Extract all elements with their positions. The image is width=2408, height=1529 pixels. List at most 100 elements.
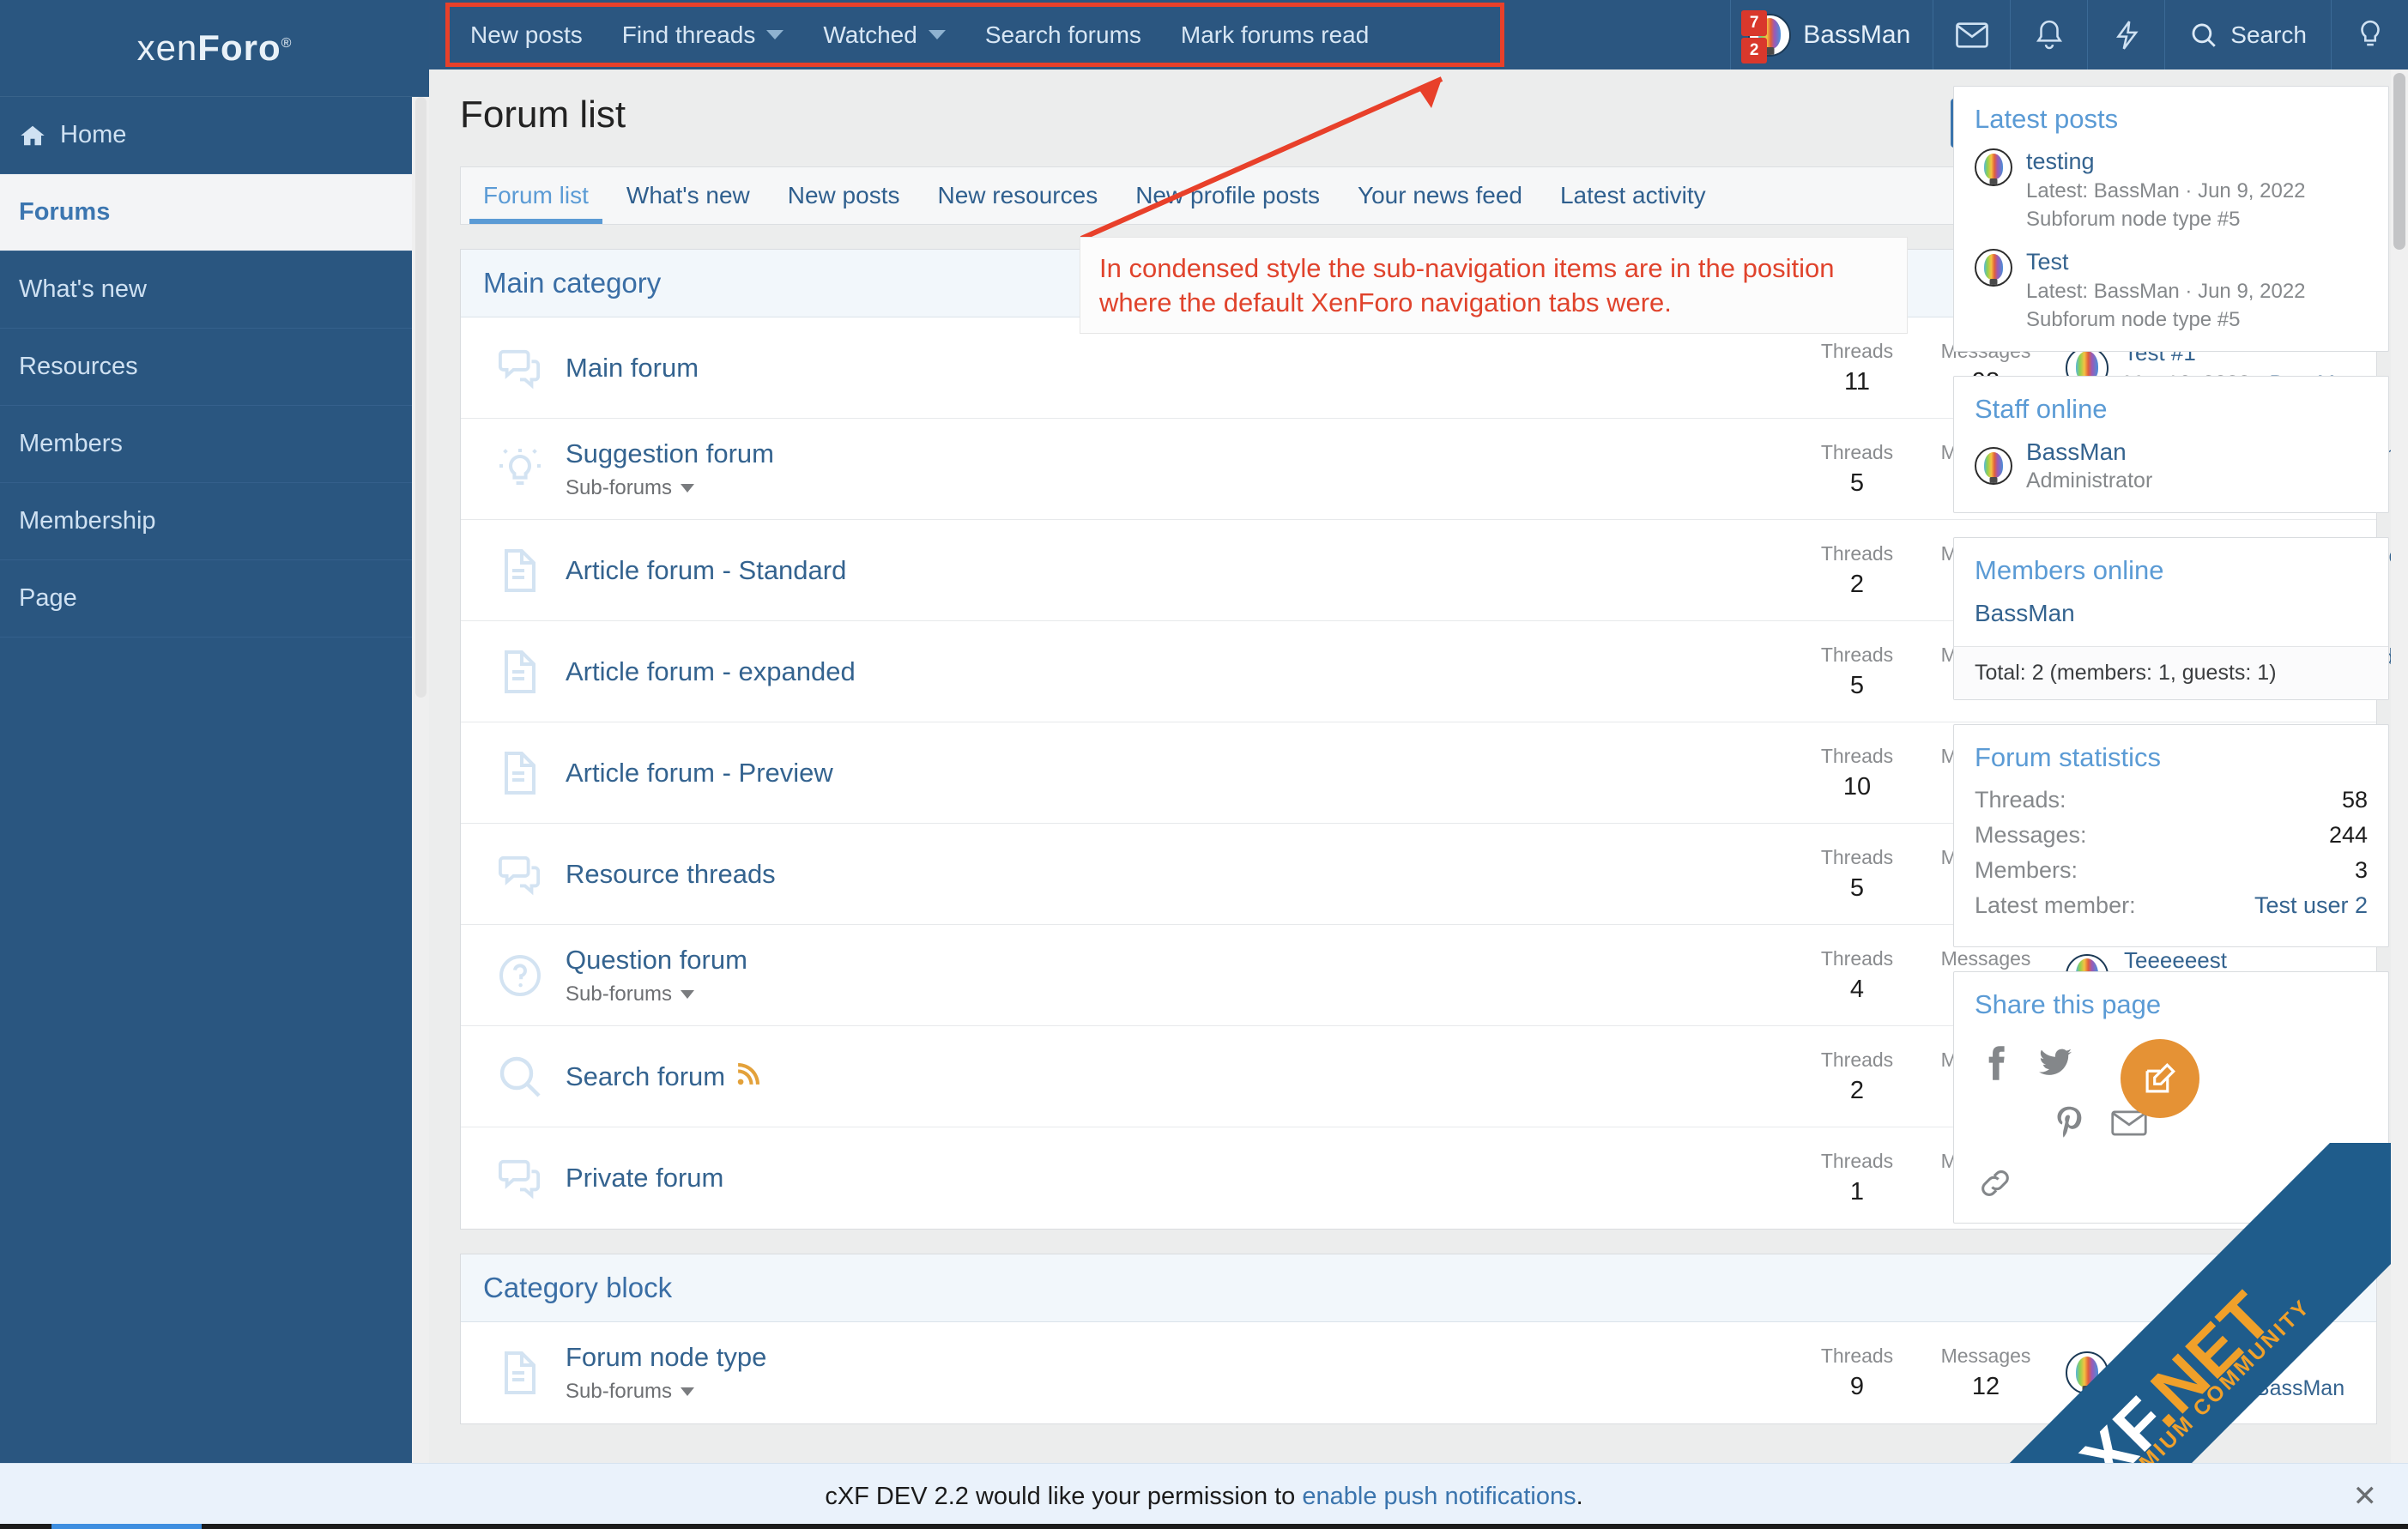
forum-name[interactable]: Article forum - Preview: [566, 758, 1793, 789]
latest-post-meta: Latest: BassMan · Jun 9, 2022: [2026, 280, 2306, 303]
stat-row-threads: Threads: 58: [1975, 787, 2368, 813]
threads-label: Threads: [1820, 440, 1894, 463]
sidebar-item-label-forums: Forums: [19, 198, 111, 226]
member-name[interactable]: BassMan: [1975, 600, 2368, 627]
twitter-icon[interactable]: [2035, 1042, 2076, 1084]
nav-watched[interactable]: Watched: [803, 0, 965, 70]
threads-stat: Threads 5: [1793, 644, 1921, 700]
sidebar-item-members[interactable]: Members: [0, 406, 429, 483]
article-icon: [483, 547, 557, 594]
last-post-author[interactable]: BassMan: [2255, 1376, 2344, 1400]
threads-label: Threads: [1820, 1345, 1894, 1367]
username-label: BassMan: [1803, 20, 1911, 49]
tab-new-posts[interactable]: New posts: [769, 167, 919, 224]
site-logo[interactable]: xenForo®: [0, 0, 429, 97]
sidebar-item-label-whats-new: What's new: [19, 275, 147, 303]
stat-key: Latest member:: [1975, 892, 2136, 918]
sidebar-scrollbar-thumb[interactable]: [415, 97, 427, 698]
threads-value: 5: [1849, 873, 1865, 902]
content-scrollbar-thumb[interactable]: [2393, 73, 2405, 250]
threads-label: Threads: [1820, 946, 1894, 970]
forum-node-row[interactable]: Forum node type Sub-forums Threads 9 Message…: [461, 1322, 2376, 1423]
sidebar-item-whats-new[interactable]: What's new: [0, 251, 429, 329]
stat-value-link[interactable]: Test user 2: [2254, 892, 2368, 919]
sidebar-item-membership[interactable]: Membership: [0, 483, 429, 560]
last-post-title[interactable]: testing: [2124, 1345, 2344, 1371]
sidebar-item-forums[interactable]: Forums: [0, 174, 429, 251]
nav-new-posts[interactable]: New posts: [451, 0, 602, 70]
tab-forum-list[interactable]: Forum list: [464, 167, 608, 224]
search-button[interactable]: Search: [2164, 0, 2331, 70]
forum-name[interactable]: Resource threads: [566, 859, 1793, 890]
forum-name[interactable]: Forum node type: [566, 1342, 1793, 1373]
stat-value: 3: [2354, 857, 2368, 883]
annotation-callout: In condensed style the sub-navigation it…: [1080, 237, 1908, 335]
avatar: [1975, 249, 2012, 287]
latest-post-node: Subforum node type #5: [2026, 308, 2241, 331]
link-icon[interactable]: [1975, 1163, 2016, 1204]
forum-name[interactable]: Search forum: [566, 1061, 1793, 1092]
comments-icon: [483, 853, 557, 896]
sub-forums-toggle[interactable]: Sub-forums: [566, 1380, 1793, 1404]
forum-name[interactable]: Main forum: [566, 353, 1793, 384]
sidebar-item-label-home: Home: [60, 121, 127, 148]
compose-icon[interactable]: [2121, 1039, 2199, 1118]
facebook-icon[interactable]: [1975, 1042, 2016, 1084]
forum-name[interactable]: Question forum: [566, 945, 1793, 976]
threads-stat: Threads 4: [1793, 947, 1921, 1004]
latest-post-title[interactable]: testing: [2026, 148, 2306, 175]
tab-your-news-feed[interactable]: Your news feed: [1339, 167, 1541, 224]
rss-icon[interactable]: [737, 1061, 760, 1092]
content-scrollbar[interactable]: [2391, 70, 2408, 1463]
alert-badge-conversations: 7: [1741, 10, 1768, 36]
comments-icon: [483, 1157, 557, 1200]
category-title: Category block: [461, 1254, 2376, 1322]
latest-post-title[interactable]: Test: [2026, 249, 2306, 275]
forum-name[interactable]: Article forum - expanded: [566, 656, 1793, 687]
nav-find-threads[interactable]: Find threads: [602, 0, 804, 70]
stat-row-messages: Messages: 244: [1975, 822, 2368, 849]
search-icon: [2192, 23, 2217, 47]
envelope-icon[interactable]: [1933, 0, 2010, 70]
list-item[interactable]: BassMan Administrator: [1975, 438, 2368, 493]
forum-name[interactable]: Suggestion forum: [566, 438, 1793, 469]
sub-forums-toggle[interactable]: Sub-forums: [566, 982, 1793, 1006]
push-notification-suffix: .: [1576, 1482, 1583, 1510]
user-menu[interactable]: 7 2 BassMan: [1730, 0, 1933, 70]
enable-push-notifications-link[interactable]: enable push notifications: [1302, 1483, 1576, 1510]
nav-mark-forums-read[interactable]: Mark forums read: [1161, 0, 1389, 70]
pinterest-icon[interactable]: [2048, 1103, 2090, 1144]
bolt-icon[interactable]: [2087, 0, 2164, 70]
forum-name[interactable]: Private forum: [566, 1163, 1793, 1194]
sub-forums-toggle[interactable]: Sub-forums: [566, 476, 1793, 500]
tab-whats-new[interactable]: What's new: [608, 167, 769, 224]
push-notification-prefix: cXF DEV 2.2 would like your permission t…: [825, 1482, 1303, 1510]
sidebar-item-resources[interactable]: Resources: [0, 329, 429, 406]
sidebar-item-page[interactable]: Page: [0, 560, 429, 638]
lightbulb-icon[interactable]: [2331, 0, 2408, 70]
stat-value: 58: [2341, 787, 2368, 813]
left-sidebar: xenForo® Home Forums What's new Resource…: [0, 0, 429, 1463]
list-item[interactable]: Test Latest: BassMan · Jun 9, 2022 Subfo…: [1975, 249, 2368, 332]
sidebar-item-label-membership: Membership: [19, 507, 156, 535]
sidebar-item-home[interactable]: Home: [0, 97, 429, 174]
members-online-title: Members online: [1975, 555, 2164, 585]
article-icon: [483, 1350, 557, 1396]
sidebar-scrollbar[interactable]: [412, 97, 429, 1463]
forum-name[interactable]: Article forum - Standard: [566, 555, 1793, 586]
threads-value: 11: [1843, 367, 1871, 396]
alert-badge-alerts: 2: [1741, 38, 1768, 63]
chevron-down-icon: [681, 989, 695, 999]
staff-name[interactable]: BassMan: [2026, 438, 2152, 466]
stat-value: 244: [2328, 822, 2368, 848]
close-icon[interactable]: ✕: [2353, 1479, 2378, 1514]
avatar: [1975, 447, 2012, 485]
tab-latest-activity[interactable]: Latest activity: [1541, 167, 1725, 224]
threads-stat: Threads 2: [1793, 542, 1921, 599]
nav-search-forums[interactable]: Search forums: [965, 0, 1161, 70]
tab-new-resources[interactable]: New resources: [918, 167, 1116, 224]
list-item[interactable]: testing Latest: BassMan · Jun 9, 2022 Su…: [1975, 148, 2368, 232]
bell-icon[interactable]: [2010, 0, 2087, 70]
sidebar-item-label-resources: Resources: [19, 353, 138, 380]
tab-new-profile-posts[interactable]: New profile posts: [1116, 167, 1339, 224]
